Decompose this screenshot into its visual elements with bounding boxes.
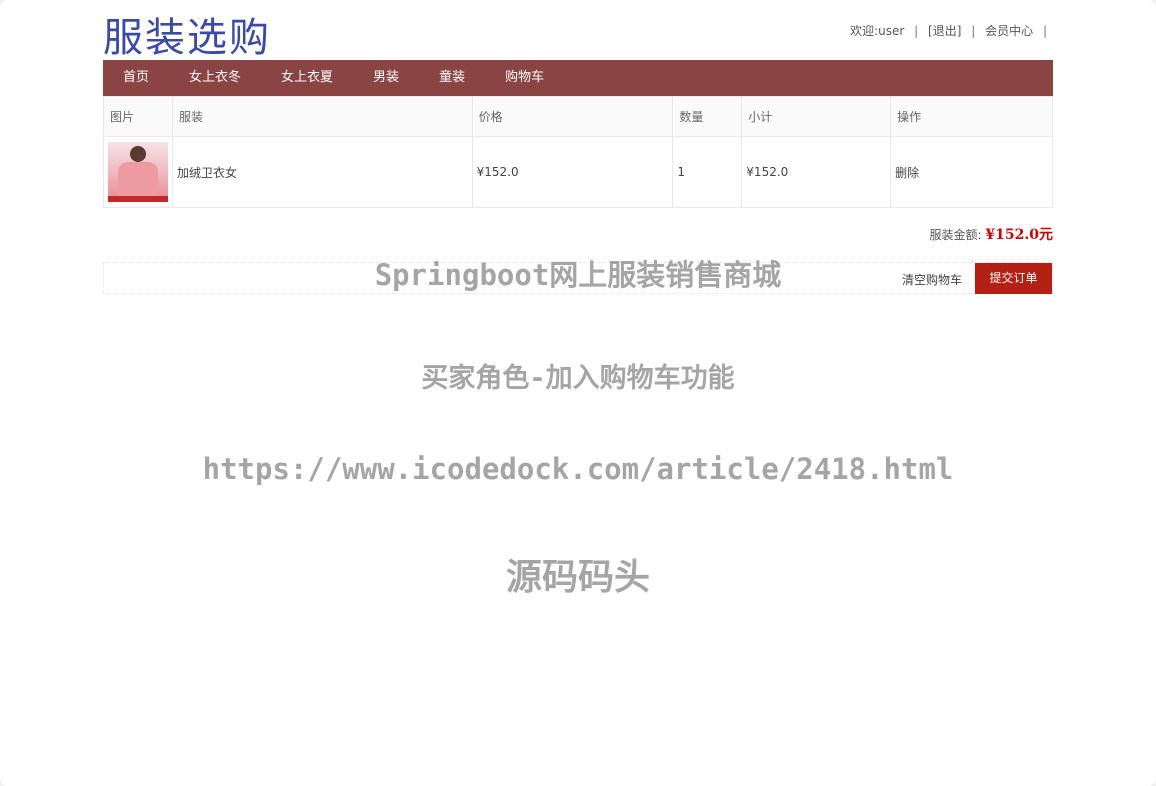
column-header-price: 价格	[471, 96, 674, 137]
nav-item-women-summer[interactable]: 女上衣夏	[281, 60, 333, 96]
nav-item-women-winter[interactable]: 女上衣冬	[189, 60, 241, 96]
submit-order-button[interactable]: 提交订单	[975, 263, 1052, 294]
cart-header-row: 图片 服装 价格 数量 小计 操作	[103, 96, 1053, 137]
separator: |	[914, 24, 919, 38]
column-header-image: 图片	[103, 96, 173, 137]
member-center-link[interactable]: 会员中心	[985, 24, 1033, 38]
product-price: ¥152.0	[471, 136, 674, 208]
product-quantity: 1	[672, 136, 743, 208]
column-header-subtotal: 小计	[741, 96, 892, 137]
welcome-text: 欢迎:user	[850, 24, 905, 38]
column-header-quantity: 数量	[672, 96, 743, 137]
separator: |	[1042, 24, 1047, 38]
cart-total: 服装金额: ¥152.0元	[930, 224, 1053, 244]
separator: |	[971, 24, 976, 38]
product-thumbnail[interactable]	[108, 142, 168, 202]
clear-cart-button[interactable]: 清空购物车	[902, 271, 962, 288]
nav-item-men[interactable]: 男装	[373, 60, 399, 96]
product-name: 加绒卫衣女	[171, 136, 473, 208]
nav-item-cart[interactable]: 购物车	[505, 60, 544, 96]
table-row: 加绒卫衣女 ¥152.0 1 ¥152.0 删除	[103, 136, 1053, 208]
total-amount: ¥152.0元	[985, 227, 1053, 243]
site-logo[interactable]: 服装选购	[103, 14, 271, 62]
page-frame: 服装选购 欢迎:user | [退出] | 会员中心 | 首页 女上衣冬 女上衣…	[0, 0, 1156, 786]
nav-item-kids[interactable]: 童装	[439, 60, 465, 96]
top-user-links: 欢迎:user | [退出] | 会员中心 |	[850, 22, 1053, 39]
column-header-action: 操作	[890, 96, 1053, 137]
watermark-subtitle: 买家角色-加入购物车功能	[421, 363, 735, 394]
total-label: 服装金额:	[929, 228, 982, 242]
watermark-brand: 源码码头	[505, 557, 650, 598]
nav-item-home[interactable]: 首页	[123, 60, 149, 96]
column-header-product: 服装	[171, 96, 473, 137]
delete-link[interactable]: 删除	[890, 136, 1053, 208]
watermark-url: https://www.icodedock.com/article/2418.h…	[202, 452, 954, 486]
main-nav: 首页 女上衣冬 女上衣夏 男装 童装 购物车	[103, 60, 1053, 96]
product-image-cell	[103, 136, 173, 208]
cart-table: 图片 服装 价格 数量 小计 操作 加绒卫衣女 ¥152.0 1 ¥152.0	[103, 96, 1053, 208]
cart-action-bar: 清空购物车 提交订单	[103, 262, 1053, 294]
logout-link[interactable]: [退出]	[928, 24, 961, 38]
product-subtotal: ¥152.0	[741, 136, 892, 208]
